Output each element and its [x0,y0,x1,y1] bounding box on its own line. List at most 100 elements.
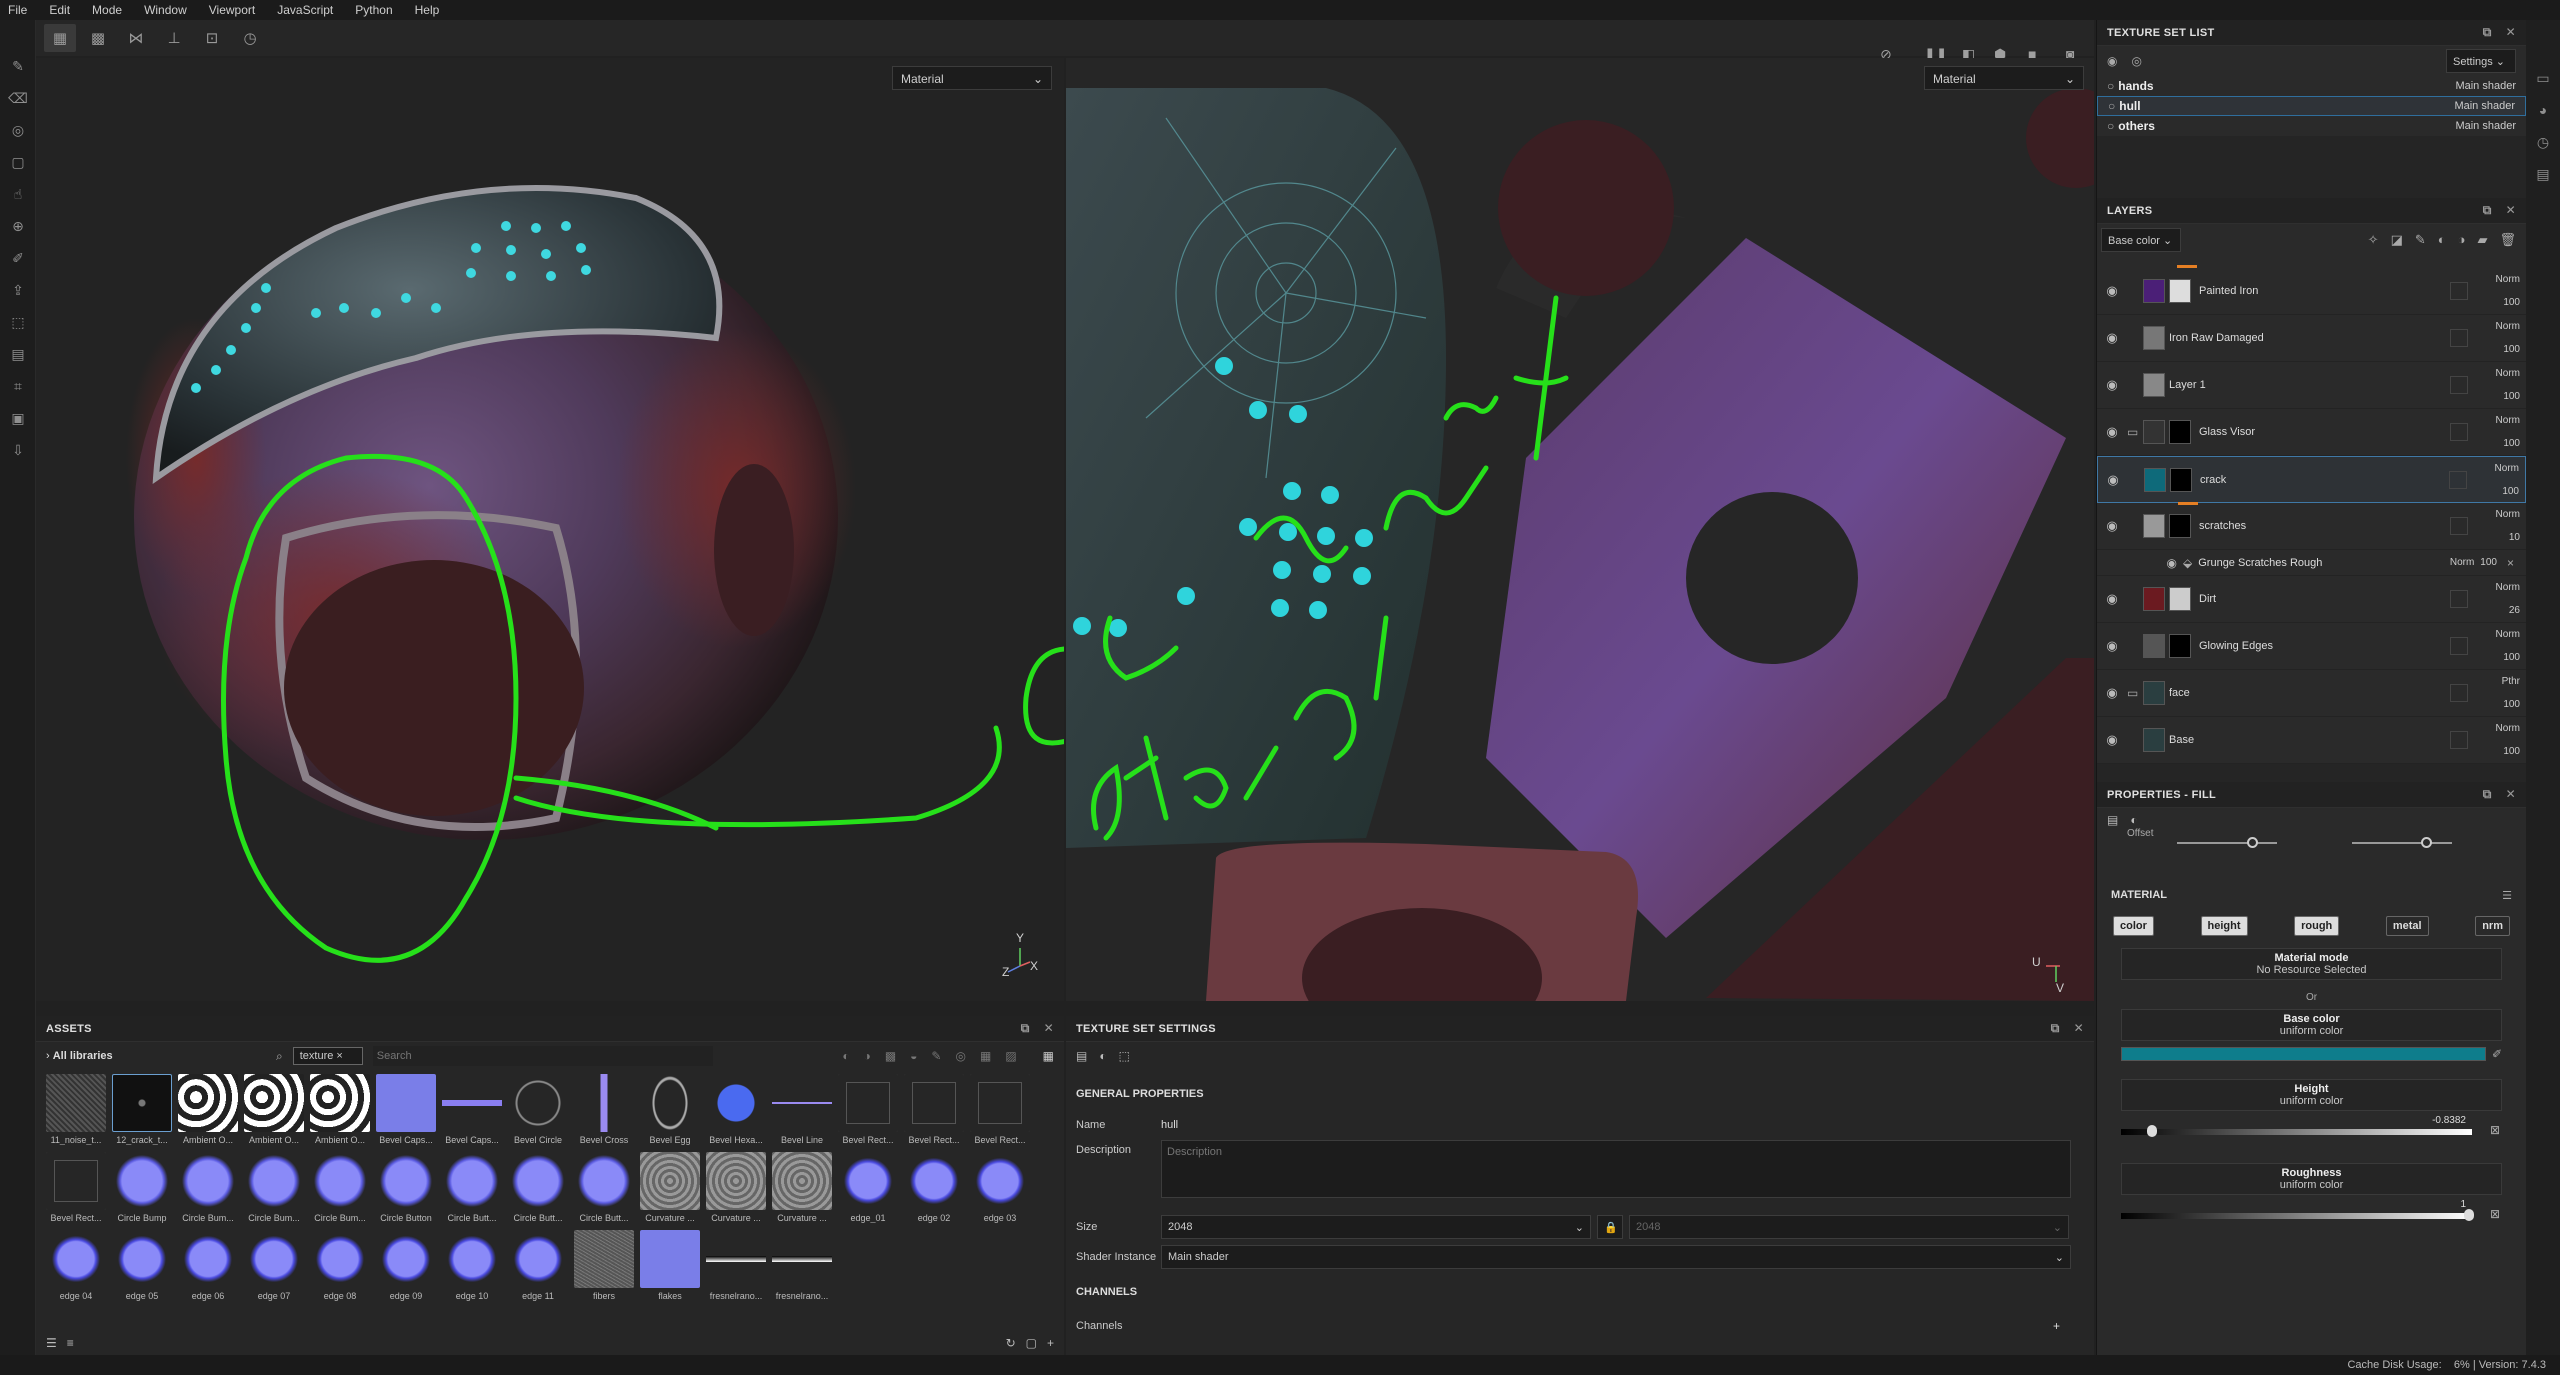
eraser-icon[interactable]: ⌫ [0,82,36,114]
asset-item[interactable]: Curvature ... [704,1152,768,1230]
asset-item[interactable]: Ambient O... [242,1074,306,1152]
slider-handle[interactable] [2421,837,2432,848]
add-smart-material-icon[interactable]: ◑ [2458,232,2466,248]
asset-item[interactable]: fresnelrano... [770,1230,834,1308]
asset-item[interactable]: Bevel Rect... [44,1152,108,1230]
projection-icon[interactable]: ◎ [0,114,36,146]
layer-blend-mode[interactable]: Norm [2496,582,2520,593]
layer-checkbox[interactable] [2450,731,2468,749]
material-mode-field[interactable]: Material mode No Resource Selected [2121,948,2502,980]
asset-item[interactable]: edge 02 [902,1152,966,1230]
asset-item[interactable]: Bevel Egg [638,1074,702,1152]
menu-icon[interactable]: ☰ [2502,889,2512,902]
add-channel-icon[interactable]: + [2053,1319,2060,1333]
settings-tab-icon[interactable]: ▤ [1076,1049,1087,1063]
sort-icon[interactable]: ☰ [46,1336,57,1350]
asset-item[interactable]: Bevel Hexa... [704,1074,768,1152]
close-icon[interactable]: ✕ [1044,1021,1054,1036]
asset-item[interactable]: Bevel Rect... [836,1074,900,1152]
shader-settings-icon[interactable]: ◕ [2526,94,2560,126]
add-icon[interactable]: + [1047,1336,1054,1350]
size-select[interactable]: 2048 ⌄ [1161,1215,1591,1239]
bake-icon[interactable]: ⇪ [0,274,36,306]
log-icon[interactable]: ▤ [2526,158,2560,190]
eye-icon[interactable]: ◉ [2097,424,2127,440]
asset-item[interactable]: Bevel Rect... [968,1074,1032,1152]
shader-select[interactable]: Main shader ⌄ [1161,1245,2071,1269]
texture-set-row[interactable]: ○ others Main shader [2097,116,2526,136]
channel-nrm-button[interactable]: nrm [2475,916,2510,936]
layer-checkbox[interactable] [2449,470,2467,489]
visibility-icon[interactable]: ○ [2107,79,2114,93]
channel-rough-button[interactable]: rough [2294,916,2340,936]
layer-blend-mode[interactable]: Norm [2496,415,2520,426]
grid-layout-icon[interactable]: ▦ [44,24,76,52]
asset-item[interactable]: edge 07 [242,1230,306,1308]
roughness-field[interactable]: Roughness uniform color [2121,1163,2502,1195]
eye-icon[interactable]: ◉ [2097,377,2127,393]
height-number[interactable]: -0.8382 [2432,1115,2466,1126]
float-icon[interactable]: ⧉ [2483,787,2492,802]
layer-checkbox[interactable] [2450,590,2468,608]
layer-opacity[interactable]: 100 [2503,652,2520,663]
layer-checkbox[interactable] [2450,329,2468,347]
asset-item[interactable]: Ambient O... [308,1074,372,1152]
layer-checkbox[interactable] [2450,423,2468,441]
eye-icon[interactable]: ◉ [2097,330,2127,346]
float-icon[interactable]: ⧉ [2051,1021,2060,1036]
list-icon[interactable]: ≡ [67,1336,74,1350]
layer-blend-mode[interactable]: Pthr [2502,676,2520,687]
layer-row[interactable]: ◉ Glowing Edges Norm 100 [2097,623,2526,670]
filter-smart-materials-icon[interactable]: ◐ [842,1049,849,1063]
texture-set-row[interactable]: ○ hull Main shader [2097,96,2526,116]
layer-opacity[interactable]: 10 [2509,532,2520,543]
add-mask-icon[interactable]: ◪ [2391,232,2403,248]
base-color-field[interactable]: Base color uniform color [2121,1009,2502,1041]
geometry-mask-icon[interactable]: ▢ [0,146,36,178]
save-icon[interactable]: ▣ [0,402,36,434]
layer-row[interactable]: ◉ scratches Norm 10 [2097,503,2526,550]
link-icon[interactable]: ⊠ [2490,1123,2500,1137]
filter-environments-icon[interactable]: ▨ [1005,1049,1016,1063]
filter-textures-icon[interactable]: ▦ [980,1049,991,1063]
layer-blend-mode[interactable]: Norm [2496,509,2520,520]
eye-icon[interactable]: ◉ [2098,472,2128,488]
asset-item[interactable]: Circle Bump [110,1152,174,1230]
measure-icon[interactable]: ▤ [0,338,36,370]
eye-icon[interactable]: ◉ [2097,591,2127,607]
channel-metal-button[interactable]: metal [2385,916,2429,936]
layer-row[interactable]: ◉ crack Norm 100 [2097,456,2526,505]
library-selector[interactable]: › All libraries [46,1050,266,1062]
layer-blend-mode[interactable]: Norm [2496,629,2520,640]
viewport-2d-mode-select[interactable]: Material ⌄ [1924,66,2084,90]
effect-opacity[interactable]: 100 [2480,557,2497,568]
eye-icon[interactable]: ◉ [2097,732,2127,748]
layer-row[interactable]: ◉ Base Norm 100 [2097,717,2526,764]
layer-opacity[interactable]: 26 [2509,605,2520,616]
fill-settings-icon[interactable]: ▤ [2107,813,2118,827]
menu-mode[interactable]: Mode [92,3,122,17]
asset-item[interactable]: fibers [572,1230,636,1308]
visibility-icon[interactable]: ○ [2107,119,2114,133]
layer-opacity[interactable]: 100 [2503,699,2520,710]
asset-item[interactable]: Circle Button [374,1152,438,1230]
history-icon[interactable]: ◷ [234,24,266,52]
assets-search-input[interactable] [372,1046,713,1066]
filter-particles-icon[interactable]: ◎ [955,1049,965,1063]
visibility-toggle-icon[interactable]: ◉ [2107,54,2117,68]
visibility-icon[interactable]: ○ [2108,99,2115,113]
uv-tab-icon[interactable]: ⬚ [1119,1049,1130,1063]
layer-blend-mode[interactable]: Norm [2495,463,2519,474]
asset-item[interactable]: Bevel Cross [572,1074,636,1152]
eye-icon[interactable]: ◉ [2097,283,2127,299]
asset-item[interactable]: Curvature ... [638,1152,702,1230]
asset-item[interactable]: edge 06 [176,1230,240,1308]
layer-opacity[interactable]: 100 [2503,746,2520,757]
grid-split-icon[interactable]: ▩ [82,24,114,52]
asset-item[interactable]: edge 03 [968,1152,1032,1230]
height-field[interactable]: Height uniform color [2121,1079,2502,1111]
viewport-2d[interactable]: UV Material ⌄ [1066,58,2094,1001]
frame-icon[interactable]: ⊡ [196,24,228,52]
material-tab-icon[interactable]: ◐ [2130,813,2137,827]
color-picker-icon[interactable]: ✐ [2492,1047,2502,1061]
